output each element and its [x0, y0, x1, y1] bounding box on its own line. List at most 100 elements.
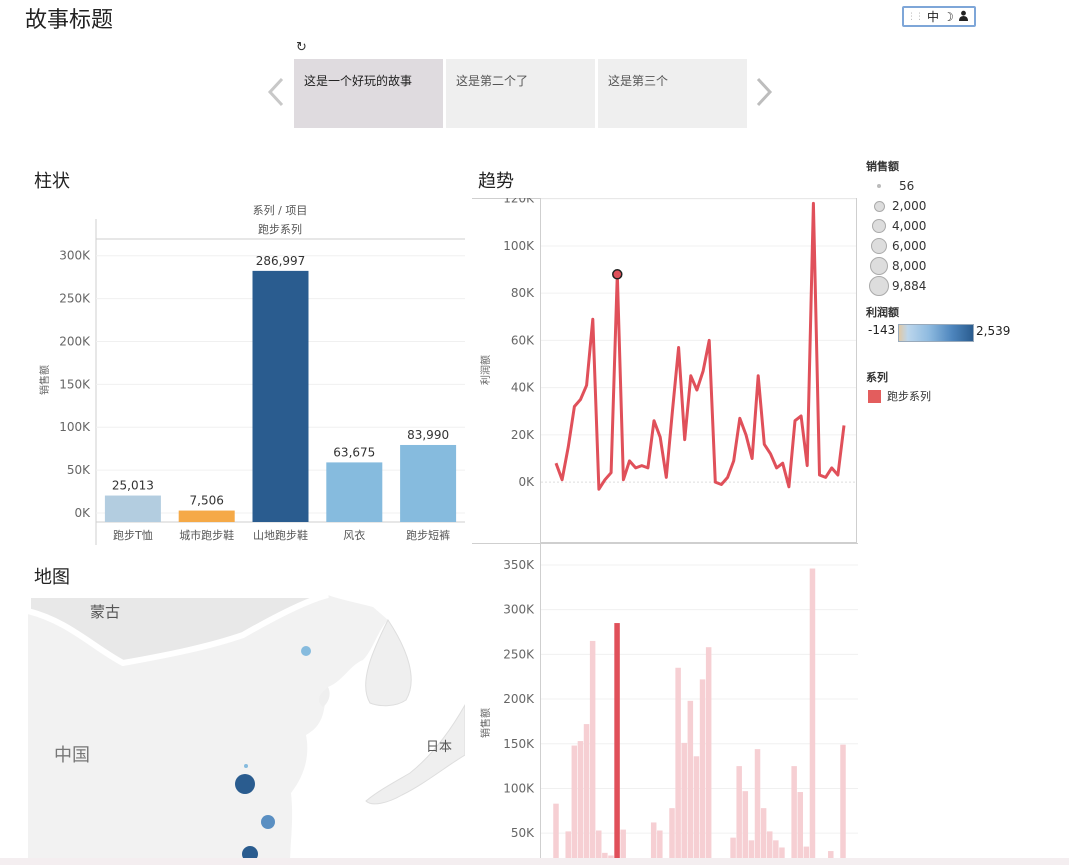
ime-toolbar[interactable]: ⋮⋮ 中 ☽ — [902, 6, 976, 27]
series-swatch-icon — [868, 389, 881, 403]
size-legend-label: 8,000 — [892, 259, 927, 273]
bar-value-label: 286,997 — [256, 254, 306, 268]
map-point[interactable] — [244, 764, 248, 768]
user-icon[interactable] — [958, 10, 969, 24]
map-point[interactable] — [301, 646, 311, 656]
bar — [687, 700, 694, 865]
map-point[interactable] — [261, 815, 275, 829]
story-point-label: 这是第二个了 — [456, 74, 529, 88]
size-circle-icon — [870, 257, 888, 275]
x-tick-label: 跑步T恤 — [113, 528, 153, 542]
bar — [840, 744, 846, 865]
highlight-point — [612, 269, 623, 280]
y-tick-label: 200K — [503, 692, 535, 706]
bar-bars: 25,013 7,506 286,997 63,675 83,990 — [104, 254, 457, 522]
size-legend-label: 4,000 — [892, 219, 927, 233]
horizontal-scrollbar[interactable] — [0, 858, 1069, 865]
y-tick-label: 150K — [59, 377, 91, 391]
bar-sheet-title: 柱状 — [34, 171, 70, 192]
trend-bar-ylabel: 销售额 — [479, 708, 492, 738]
x-tick-label: 城市跑步鞋 — [179, 528, 234, 542]
trend-line-chart[interactable]: 利润额 0K 20K 40K 60K 80K 100K 120K — [472, 198, 858, 543]
bar — [760, 808, 767, 865]
bar-xlabels: 跑步T恤 城市跑步鞋 山地跑步鞋 风衣 跑步短裤 — [113, 528, 450, 542]
bar — [104, 495, 161, 522]
bar — [400, 444, 457, 522]
bar-value-label: 7,506 — [190, 494, 224, 508]
bar — [705, 647, 712, 865]
y-tick-label: 300K — [503, 603, 535, 617]
bar — [583, 724, 590, 865]
y-tick-label: 250K — [503, 647, 535, 661]
china-map[interactable]: 蒙古 中国 日本 — [28, 595, 465, 865]
x-tick-label: 风衣 — [343, 528, 365, 542]
map-label-mongolia: 蒙古 — [90, 603, 120, 621]
bar — [326, 462, 383, 522]
bar — [809, 568, 816, 865]
story-title: 故事标题 — [25, 8, 114, 33]
bar — [754, 749, 761, 865]
y-tick-label: 100K — [503, 239, 535, 253]
trend-bar-yticks: 50K 100K 150K 200K 250K 300K 350K — [503, 558, 535, 840]
y-tick-label: 40K — [511, 381, 535, 395]
bar — [681, 742, 687, 865]
size-circle-icon — [869, 276, 889, 296]
bar — [693, 756, 700, 865]
line-ylabel: 利润额 — [479, 355, 492, 385]
story-point-2[interactable]: 这是第二个了 — [446, 59, 595, 128]
ime-language-label[interactable]: 中 — [927, 8, 939, 25]
y-tick-label: 250K — [59, 292, 91, 306]
series-legend-title: 系列 — [866, 371, 888, 384]
map-label-japan: 日本 — [426, 740, 452, 755]
map-label-china: 中国 — [54, 745, 90, 766]
y-tick-label: 50K — [67, 463, 91, 477]
revert-icon[interactable]: ↻ — [296, 40, 307, 55]
story-point-label: 这是一个好玩的故事 — [304, 74, 413, 88]
bar — [699, 679, 706, 865]
map-sheet-title: 地图 — [34, 567, 70, 588]
bar-header-top: 系列 / 项目 — [253, 203, 308, 217]
chevron-left-icon[interactable] — [266, 76, 286, 112]
drag-grip-icon[interactable]: ⋮⋮ — [907, 12, 924, 22]
chevron-right-icon[interactable] — [754, 76, 774, 112]
moon-icon[interactable]: ☽ — [943, 10, 954, 24]
bar — [791, 766, 797, 865]
bar-value-label: 63,675 — [333, 445, 375, 459]
y-tick-label: 100K — [59, 420, 91, 434]
map-point[interactable] — [235, 774, 255, 794]
y-tick-label: 350K — [503, 558, 535, 572]
size-circle-icon — [871, 238, 887, 254]
size-legend-label: 9,884 — [892, 279, 927, 293]
bar — [571, 745, 578, 865]
story-point-3[interactable]: 这是第三个 — [598, 59, 747, 128]
bar — [577, 741, 584, 865]
series-legend-item[interactable]: 跑步系列 — [868, 388, 931, 404]
size-legend: 56 2,000 4,000 6,000 8,000 9,884 — [866, 176, 966, 296]
color-legend-min: -143 — [868, 323, 896, 337]
bar-value-label: 25,013 — [112, 479, 154, 493]
bar — [742, 791, 749, 865]
y-tick-label: 150K — [503, 737, 535, 751]
y-tick-label: 120K — [503, 198, 535, 206]
bar — [553, 803, 559, 865]
y-tick-label: 80K — [511, 286, 535, 300]
story-point-1[interactable]: 这是一个好玩的故事 — [294, 59, 443, 128]
bar — [614, 623, 620, 865]
bar — [736, 766, 742, 865]
y-tick-label: 100K — [503, 781, 535, 795]
y-tick-label: 0K — [518, 475, 535, 489]
size-circle-icon — [872, 219, 886, 233]
y-tick-label: 200K — [59, 334, 91, 348]
trend-sheet-title: 趋势 — [478, 171, 514, 192]
size-legend-label: 56 — [899, 179, 915, 193]
line-yticks: 0K 20K 40K 60K 80K 100K 120K — [503, 198, 535, 489]
bar-chart[interactable]: 系列 / 项目 跑步系列 销售额 0K 50K 100K 150K 200K 250K 30… — [28, 195, 468, 550]
series-legend-label: 跑步系列 — [887, 390, 931, 403]
x-tick-label: 山地跑步鞋 — [253, 528, 308, 542]
bar-value-label: 83,990 — [407, 428, 449, 442]
bar-yticks: 0K 50K 100K 150K 200K 250K 300K — [59, 249, 91, 520]
trend-bar-chart[interactable]: 销售额 50K 100K 150K 200K 250K 300K 350K — [472, 543, 858, 865]
story-point-label: 这是第三个 — [608, 74, 669, 88]
color-ramp[interactable] — [898, 324, 974, 342]
bar — [178, 510, 235, 522]
